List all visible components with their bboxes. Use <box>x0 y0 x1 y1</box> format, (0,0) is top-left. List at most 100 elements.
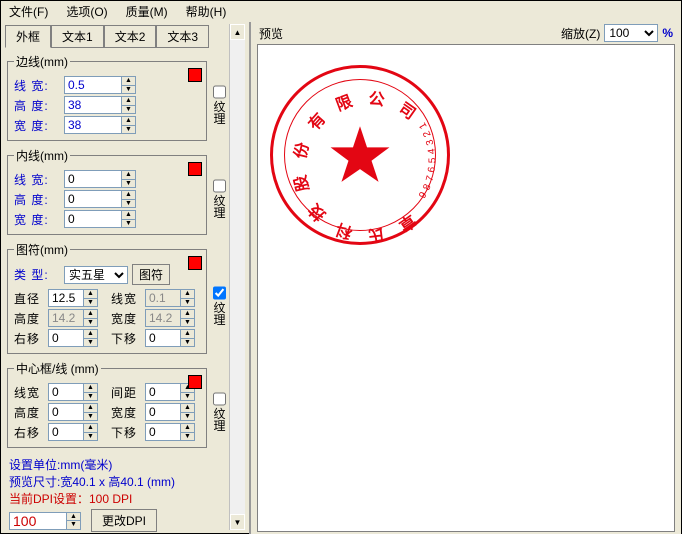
spin-down-icon[interactable]: ▼ <box>180 319 194 327</box>
spin-up-icon[interactable]: ▲ <box>121 77 135 86</box>
change-dpi-button[interactable]: 更改DPI <box>91 509 157 532</box>
footer-dpi-info: 当前DPI设置：100 DPI <box>9 490 225 507</box>
group-symbol-title: 图符(mm) <box>14 241 70 258</box>
center-height-label: 高度 <box>14 404 44 421</box>
spin-up-icon[interactable]: ▲ <box>180 404 194 413</box>
spin-down-icon[interactable]: ▼ <box>83 433 97 441</box>
center-down-input[interactable] <box>146 424 180 440</box>
border-color-swatch[interactable] <box>188 68 202 82</box>
spin-down-icon[interactable]: ▼ <box>121 180 135 188</box>
symbol-right-input[interactable] <box>49 330 83 346</box>
spin-down-icon[interactable]: ▼ <box>121 106 135 114</box>
border-width-label: 线 宽: <box>14 77 60 94</box>
spin-up-icon[interactable]: ▲ <box>66 513 80 522</box>
left-scrollbar[interactable]: ▲ ▼ <box>229 24 245 530</box>
symbol-texture-checkbox[interactable] <box>213 286 226 299</box>
spin-up-icon[interactable]: ▲ <box>83 404 97 413</box>
spin-down-icon[interactable]: ▼ <box>83 339 97 347</box>
tab-text-1[interactable]: 文本1 <box>51 25 104 48</box>
center-height-input[interactable] <box>49 404 83 420</box>
spin-down-icon[interactable]: ▼ <box>180 299 194 307</box>
zoom-select[interactable]: 100 <box>604 24 658 42</box>
symbol-button[interactable]: 图符 <box>132 264 170 285</box>
spin-up-icon[interactable]: ▲ <box>121 191 135 200</box>
symbol-down-input[interactable] <box>146 330 180 346</box>
spin-down-icon[interactable]: ▼ <box>180 433 194 441</box>
scroll-down-icon[interactable]: ▼ <box>230 514 245 530</box>
symbol-color-swatch[interactable] <box>188 256 202 270</box>
spin-up-icon[interactable]: ▲ <box>180 330 194 339</box>
center-width-input[interactable] <box>146 404 180 420</box>
spin-down-icon[interactable]: ▼ <box>121 86 135 94</box>
spin-up-icon[interactable]: ▲ <box>180 290 194 299</box>
symbol-type-select[interactable]: 实五星 <box>64 266 128 284</box>
stamp-arc-char: 公 <box>367 85 386 111</box>
center-texture-checkbox[interactable] <box>213 393 226 406</box>
border-width-input[interactable] <box>65 77 121 93</box>
group-border: 边线(mm) 线 宽: ▲▼ 高 度: ▲▼ 宽 度: ▲▼ 纹理 <box>7 53 207 141</box>
border-breadth-input[interactable] <box>65 117 121 133</box>
center-down-label: 下移 <box>111 424 141 441</box>
center-color-swatch[interactable] <box>188 375 202 389</box>
spin-up-icon[interactable]: ▲ <box>83 310 97 319</box>
center-linew-input[interactable] <box>49 384 83 400</box>
border-texture-checkbox[interactable] <box>213 86 226 99</box>
inner-texture-label: 纹理 <box>211 195 228 219</box>
group-inner: 内线(mm) 线 宽: ▲▼ 高 度: ▲▼ 宽 度: ▲▼ 纹理 <box>7 147 207 235</box>
tab-text-3[interactable]: 文本3 <box>156 25 209 48</box>
spin-down-icon[interactable]: ▼ <box>66 521 80 529</box>
border-texture-label: 纹理 <box>211 101 228 125</box>
menu-bar: 文件(F) 选项(O) 质量(M) 帮助(H) <box>1 1 681 22</box>
inner-width-input[interactable] <box>65 171 121 187</box>
spin-down-icon[interactable]: ▼ <box>83 319 97 327</box>
group-center: 中心框/线 (mm) 线宽▲▼ 高度▲▼ 右移▲▼ 间距▲▼ 宽度▲▼ 下移▲▼… <box>7 360 207 448</box>
spin-down-icon[interactable]: ▼ <box>83 413 97 421</box>
spin-up-icon[interactable]: ▲ <box>83 330 97 339</box>
spin-up-icon[interactable]: ▲ <box>83 424 97 433</box>
spin-up-icon[interactable]: ▲ <box>121 171 135 180</box>
spin-up-icon[interactable]: ▲ <box>180 424 194 433</box>
spin-down-icon[interactable]: ▼ <box>121 126 135 134</box>
group-border-title: 边线(mm) <box>14 53 70 70</box>
menu-options[interactable]: 选项(O) <box>66 3 107 20</box>
center-right-input[interactable] <box>49 424 83 440</box>
inner-width-label: 线 宽: <box>14 171 60 188</box>
symbol-down-label: 下移 <box>111 330 141 347</box>
spin-up-icon[interactable]: ▲ <box>121 97 135 106</box>
spin-down-icon[interactable]: ▼ <box>180 339 194 347</box>
center-texture-label: 纹理 <box>211 408 228 432</box>
scroll-track[interactable] <box>230 40 245 514</box>
inner-texture-checkbox[interactable] <box>213 180 226 193</box>
center-gap-label: 间距 <box>111 384 141 401</box>
symbol-diam-input[interactable] <box>49 290 83 306</box>
tab-outer-frame[interactable]: 外框 <box>5 25 51 48</box>
symbol-linew-label: 线宽 <box>111 290 141 307</box>
tab-text-2[interactable]: 文本2 <box>104 25 157 48</box>
spin-up-icon[interactable]: ▲ <box>121 117 135 126</box>
spin-up-icon[interactable]: ▲ <box>180 310 194 319</box>
spin-down-icon[interactable]: ▼ <box>180 413 194 421</box>
border-height-label: 高 度: <box>14 97 60 114</box>
inner-color-swatch[interactable] <box>188 162 202 176</box>
footer-unit: 设置单位:mm(毫米) <box>9 456 225 473</box>
spin-down-icon[interactable]: ▼ <box>83 393 97 401</box>
spin-down-icon[interactable]: ▼ <box>121 200 135 208</box>
dpi-input[interactable] <box>10 513 66 529</box>
footer-preview-size: 预览尺寸:宽40.1 x 高40.1 (mm) <box>9 473 225 490</box>
spin-down-icon[interactable]: ▼ <box>180 393 194 401</box>
spin-up-icon[interactable]: ▲ <box>83 290 97 299</box>
group-symbol: 图符(mm) 类 型: 实五星 图符 直径▲▼ 高度▲▼ 右移▲▼ 线宽▲▼ 宽… <box>7 241 207 354</box>
inner-breadth-input[interactable] <box>65 211 121 227</box>
menu-file[interactable]: 文件(F) <box>9 3 48 20</box>
spin-down-icon[interactable]: ▼ <box>83 299 97 307</box>
menu-quality[interactable]: 质量(M) <box>126 3 168 20</box>
center-gap-input[interactable] <box>146 384 180 400</box>
border-height-input[interactable] <box>65 97 121 113</box>
spin-down-icon[interactable]: ▼ <box>121 220 135 228</box>
spin-up-icon[interactable]: ▲ <box>83 384 97 393</box>
inner-height-input[interactable] <box>65 191 121 207</box>
spin-up-icon[interactable]: ▲ <box>121 211 135 220</box>
scroll-up-icon[interactable]: ▲ <box>230 24 245 40</box>
menu-help[interactable]: 帮助(H) <box>186 3 227 20</box>
center-width-label: 宽度 <box>111 404 141 421</box>
